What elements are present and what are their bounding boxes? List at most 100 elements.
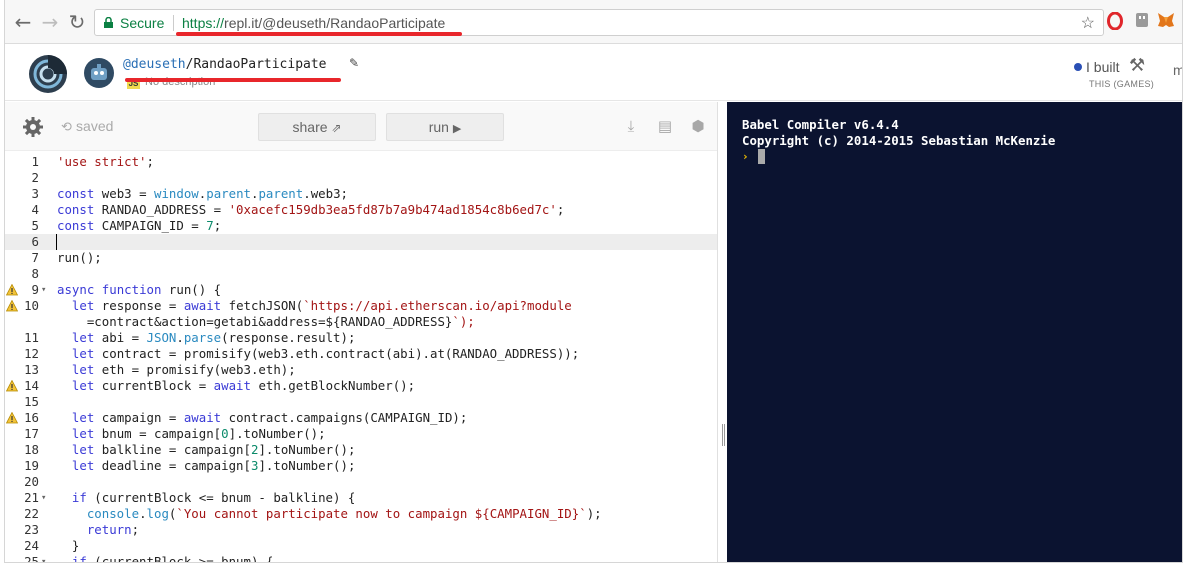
secure-label: Secure [120,15,165,31]
code-text: let bnum = campaign[0].toNumber(); [71,426,326,441]
code-line[interactable]: 10 let response = await fetchJSON(`https… [5,298,717,314]
code-text: let abi = JSON.parse(response.result); [71,330,356,345]
url-scheme: https:// [182,15,225,31]
code-text: let eth = promisify(web3.eth); [71,362,296,377]
ibuilt-link[interactable]: I built [1074,59,1119,75]
run-button[interactable]: run ▶ [386,113,504,141]
line-number: 10 [24,298,39,313]
back-icon[interactable]: ← [11,9,35,35]
repl-title[interactable]: @deuseth/RandaoParticipate [123,57,327,72]
splitter-grip[interactable] [722,424,725,446]
code-line[interactable]: 19 let deadline = campaign[3].toNumber()… [5,458,717,474]
code-line[interactable]: 18 let balkline = campaign[2].toNumber()… [5,442,717,458]
history-icon: ⟲ [61,120,77,135]
code-line[interactable]: 9 ▾ async function run() { [5,282,717,298]
line-number: 17 [24,426,39,441]
replit-logo-icon[interactable] [28,54,68,94]
download-icon[interactable]: ⤓ [622,117,640,135]
code-text: } [57,538,80,553]
line-number: 5 [31,218,39,233]
line-number: 3 [31,186,39,201]
avatar[interactable] [84,58,114,88]
annotation-underline-url [176,32,462,36]
code-line[interactable]: 24 } [5,538,717,554]
play-icon: ▶ [452,123,462,135]
console-panel[interactable]: Babel Compiler v6.4.4 Copyright (c) 2014… [727,102,1182,562]
line-number: 19 [24,458,39,473]
line-number: 6 [31,234,39,249]
reload-icon[interactable]: ↻ [65,9,89,35]
line-number: 21 [24,490,39,505]
line-number: 16 [24,410,39,425]
lock-icon [104,17,113,28]
code-line[interactable]: 8 [5,266,717,282]
code-line[interactable]: 23 return; [5,522,717,538]
url-path: repl.it/@deuseth/RandaoParticipate [224,15,446,31]
line-number: 2 [31,170,39,185]
code-line[interactable]: 25 ▾ if (currentBlock >= bnum) { [5,554,717,563]
url-text[interactable]: https://repl.it/@deuseth/RandaoParticipa… [182,15,445,31]
metamask-icon[interactable] [1157,12,1175,32]
line-number: 4 [31,202,39,217]
gear-icon[interactable] [22,116,44,138]
text-cursor [56,234,57,250]
forward-icon[interactable]: → [38,9,62,35]
code-line[interactable]: 7 run(); [5,250,717,266]
code-line[interactable]: 13 let eth = promisify(web3.eth); [5,362,717,378]
code-text: run(); [57,250,102,265]
opera-icon[interactable] [1106,11,1124,32]
run-label: run [428,119,449,135]
code-line[interactable]: 16 let campaign = await contract.campaig… [5,410,717,426]
code-text: async function run() { [57,282,222,297]
code-line[interactable]: 22 console.log(`You cannot participate n… [5,506,717,522]
share-button[interactable]: share ⇗ [258,113,376,141]
line-number: 12 [24,346,39,361]
line-number: 11 [24,330,39,345]
line-number: 8 [31,266,39,281]
code-text: const RANDAO_ADDRESS = '0xacefc159db3ea5… [57,202,565,217]
saved-status: ⟲ saved [61,118,113,135]
line-number: 15 [24,394,39,409]
code-line[interactable]: 4 const RANDAO_ADDRESS = '0xacefc159db3ea… [5,202,717,218]
code-line[interactable]: 3 const web3 = window.parent.parent.web3; [5,186,717,202]
share-icon: ⇗ [331,121,342,135]
console-line: Copyright (c) 2014-2015 Sebastian McKenz… [742,133,1056,148]
line-number: 18 [24,442,39,457]
code-line[interactable]: 11 let abi = JSON.parse(response.result)… [5,330,717,346]
more-text[interactable]: m [1173,62,1182,78]
line-number: 25 [24,554,39,563]
pencil-icon[interactable]: ✎ [349,56,359,70]
code-text: if (currentBlock >= bnum) { [71,554,274,563]
code-line[interactable]: 2 [5,170,717,186]
editor-toolbar: ⟲ saved share ⇗ run ▶ ⤓ ▤ ⬢ [5,102,717,151]
star-icon[interactable]: ☆ [1081,13,1095,33]
code-text: let balkline = campaign[2].toNumber(); [71,442,356,457]
code-line[interactable]: =contract&action=getabi&address=${RANDAO… [5,314,717,330]
console-cursor [758,149,765,164]
code-line[interactable]: 5 const CAMPAIGN_ID = 7; [5,218,717,234]
line-number: 22 [24,506,39,521]
code-line[interactable]: 17 let bnum = campaign[0].toNumber(); [5,426,717,442]
fold-toggle-icon[interactable]: ▾ [41,490,46,506]
code-line[interactable]: 12 let contract = promisify(web3.eth.con… [5,346,717,362]
package-icon[interactable]: ⬢ [689,117,707,135]
files-icon[interactable]: ▤ [656,117,674,135]
code-line[interactable]: 14 let currentBlock = await eth.getBlock… [5,378,717,394]
code-text: return; [86,522,140,537]
fold-toggle-icon[interactable]: ▾ [41,282,46,298]
code-line[interactable]: 21 ▾ if (currentBlock <= bnum - balkline)… [5,490,717,506]
code-line[interactable]: 6 [5,234,717,250]
fold-toggle-icon[interactable]: ▾ [41,554,46,562]
line-number: 13 [24,362,39,377]
saved-label: saved [76,118,114,134]
code-text: console.log(`You cannot participate now … [86,506,602,521]
code-editor[interactable]: 1 'use strict'; 2 3 const web3 = window.pare… [5,152,717,563]
code-text: 'use strict'; [57,154,154,169]
editor-panel: ⟲ saved share ⇗ run ▶ ⤓ ▤ ⬢ 1 'use strict… [5,102,717,563]
code-line[interactable]: 1 'use strict'; [5,154,717,170]
code-line[interactable]: 15 [5,394,717,410]
code-line[interactable]: 20 [5,474,717,490]
extension-icon[interactable] [1133,12,1151,32]
hammer-icon: ⚒ [1129,55,1146,75]
repl-user-link[interactable]: @deuseth [123,57,186,72]
